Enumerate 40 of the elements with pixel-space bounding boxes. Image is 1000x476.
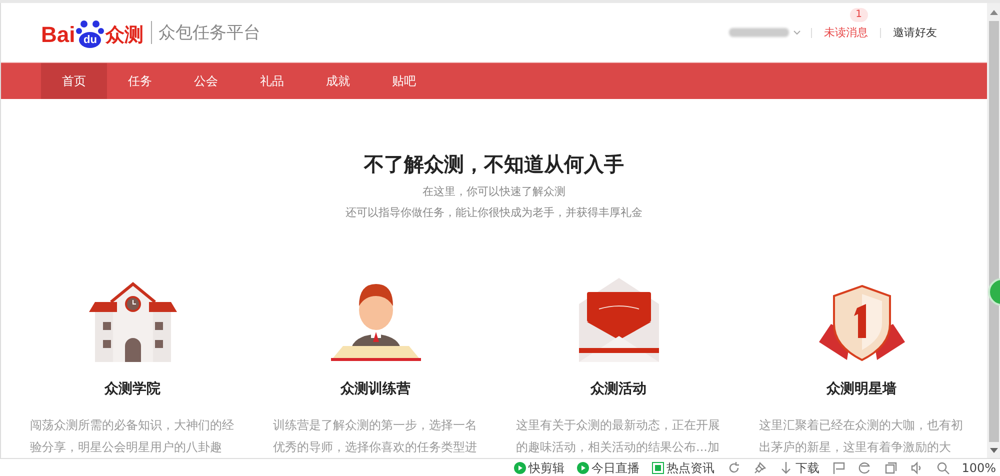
browser-icon[interactable] (858, 461, 872, 475)
card-title[interactable]: 众测训练营 (340, 380, 410, 398)
download-link[interactable]: 下载 (796, 460, 820, 476)
card-title[interactable]: 众测活动 (590, 380, 646, 398)
refresh-icon[interactable] (726, 461, 741, 475)
status-link[interactable]: 热点资讯 (666, 460, 715, 476)
card-title[interactable]: 众测明星墙 (826, 380, 896, 398)
scroll-up-icon[interactable] (990, 9, 998, 15)
school-building-icon (88, 282, 176, 362)
status-link[interactable]: 今日直播 (592, 460, 640, 476)
scrollbar-thumb[interactable] (988, 21, 998, 442)
baidu-logo[interactable]: Bai du 众测 (41, 18, 144, 48)
intro-title: 不了解众测，不知道从何入手 (364, 151, 624, 178)
flag-icon[interactable] (832, 461, 846, 475)
invite-friends-link[interactable]: 邀请好友 (893, 25, 937, 40)
intro-text: 还可以指导你做任务，能让你很快成为老手，并获得丰厚礼金 (346, 205, 642, 220)
invitation-envelope-icon (578, 278, 658, 362)
window-icon[interactable] (884, 461, 898, 475)
card-description: 闯荡众测所需的必备知识，大神们的经验分享，明星公会明星用户的八卦趣 (30, 417, 235, 456)
intro-text: 在这里，你可以快速了解众测 (422, 184, 566, 199)
scroll-down-icon[interactable] (990, 448, 998, 454)
caret-icon[interactable] (793, 30, 801, 36)
platform-subtitle: 众包任务平台 (151, 21, 260, 44)
card-description: 训练营是了解众测的第一步，选择一名优秀的导师，选择你喜欢的任务类型进 (273, 417, 478, 456)
nav-tab[interactable]: 首页 (41, 63, 107, 99)
card-description: 这里有关于众测的最新动态，正在开展的趣味活动，相关活动的结果公布...加 (516, 417, 721, 456)
nav-tab[interactable]: 公会 (173, 63, 239, 99)
zoom-level[interactable]: 100% (962, 461, 996, 475)
medal-shield-icon (818, 284, 904, 362)
card-description: 这里汇聚着已经在众测的大咖，也有初出茅庐的新星，这里有着争激励的大 (759, 417, 964, 456)
card-title[interactable]: 众测学院 (104, 380, 160, 398)
nav-tab[interactable]: 任务 (107, 63, 173, 99)
nav-tab[interactable]: 贴吧 (371, 63, 437, 99)
status-link[interactable]: 快剪辑 (528, 460, 565, 476)
message-count-badge: 1 (850, 8, 868, 22)
pin-icon[interactable] (752, 461, 767, 475)
nav-tab[interactable]: 成就 (305, 63, 371, 99)
nav-tab[interactable]: 礼品 (239, 63, 305, 99)
search-icon[interactable] (936, 461, 950, 475)
download-arrow-icon[interactable] (778, 461, 793, 475)
